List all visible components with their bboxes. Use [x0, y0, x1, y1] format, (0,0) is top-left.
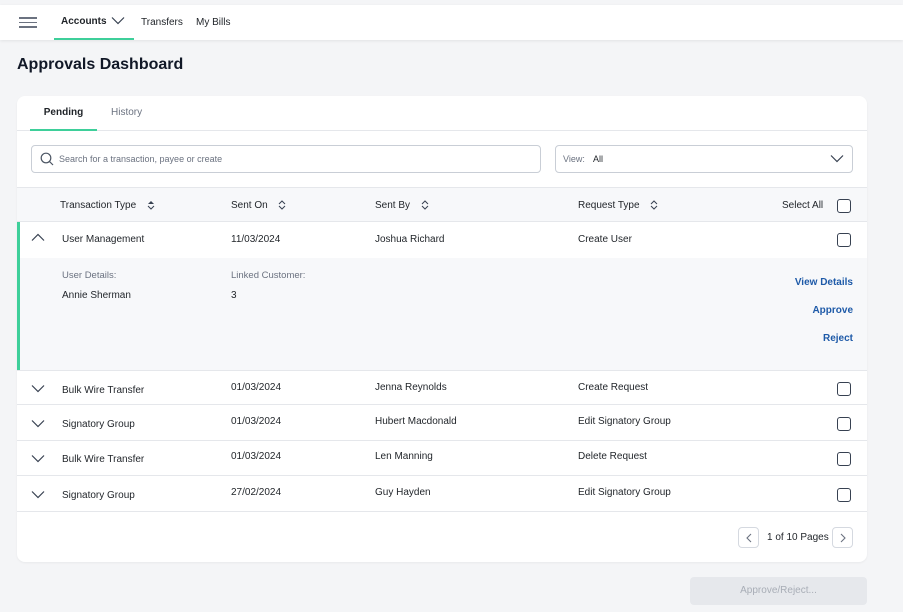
cell-request-type: Create User [578, 234, 632, 245]
sort-icon [421, 200, 429, 211]
row-checkbox[interactable] [837, 417, 851, 431]
view-details-link[interactable]: View Details [795, 277, 853, 288]
chevron-down-icon[interactable] [31, 419, 45, 428]
approve-reject-button[interactable]: Approve/Reject... [690, 577, 867, 605]
linked-customer-value: 3 [231, 290, 237, 301]
menu-icon[interactable] [19, 17, 37, 28]
user-details-value: Annie Sherman [62, 290, 131, 301]
cell-transaction-type: Bulk Wire Transfer [62, 385, 145, 396]
column-header-sent-on[interactable]: Sent On [231, 188, 286, 223]
cell-sent-on: 11/03/2024 [231, 234, 281, 245]
cell-request-type: Edit Signatory Group [578, 416, 671, 427]
user-details-label: User Details: [62, 270, 117, 281]
approvals-card: Pending History View: All Transaction Ty… [17, 96, 867, 562]
cell-sent-on: 27/02/2024 [231, 487, 282, 498]
cell-sent-by: Joshua Richard [375, 234, 445, 245]
select-all-checkbox[interactable] [837, 199, 851, 213]
column-header-request-type[interactable]: Request Type [578, 188, 658, 223]
row-detail-panel: User Details: Annie Sherman Linked Custo… [17, 258, 867, 370]
view-filter-select[interactable]: View: All [555, 145, 853, 173]
table-header: Transaction Type Sent On Sent By Request… [17, 187, 867, 222]
chevron-down-icon[interactable] [31, 384, 45, 393]
chevron-down-icon[interactable] [31, 454, 45, 463]
cell-sent-by: Jenna Reynolds [375, 382, 447, 393]
search-box [31, 145, 541, 173]
chevron-down-icon[interactable] [31, 490, 45, 499]
cell-transaction-type: Signatory Group [62, 490, 135, 501]
column-label: Request Type [578, 200, 640, 211]
expanded-row-indicator [17, 222, 20, 370]
cell-sent-by: Len Manning [375, 451, 433, 462]
table-row: User Management 11/03/2024 Joshua Richar… [17, 222, 867, 257]
cell-transaction-type: User Management [62, 234, 145, 245]
tab-pending[interactable]: Pending [30, 96, 97, 131]
view-filter-label: View: [563, 154, 585, 164]
select-all-label: Select All [782, 200, 824, 211]
page-indicator: 1 of 10 Pages [767, 532, 829, 543]
search-input[interactable] [59, 146, 529, 172]
cell-request-type: Create Request [578, 382, 649, 393]
cell-sent-by: Guy Hayden [375, 487, 431, 498]
approve-link[interactable]: Approve [812, 305, 853, 316]
cell-sent-on: 01/03/2024 [231, 416, 282, 427]
cell-transaction-type: Signatory Group [62, 419, 135, 430]
tab-history[interactable]: History [111, 96, 142, 131]
top-navigation: Accounts Transfers My Bills [0, 5, 903, 40]
sort-icon [147, 201, 155, 211]
sort-icon [650, 200, 658, 211]
column-label: Sent By [375, 200, 411, 211]
cell-sent-by: Hubert Macdonald [375, 416, 457, 427]
cell-transaction-type: Bulk Wire Transfer [62, 454, 145, 465]
cell-request-type: Edit Signatory Group [578, 487, 671, 498]
cell-sent-on: 01/03/2024 [231, 382, 282, 393]
table-row: Signatory Group 01/03/2024 Hubert Macdon… [17, 406, 867, 441]
column-label: Sent On [231, 200, 268, 211]
search-icon [40, 152, 54, 166]
nav-item-label: Accounts [61, 16, 107, 27]
table-row: Bulk Wire Transfer 01/03/2024 Len Mannin… [17, 441, 867, 476]
nav-item-accounts[interactable]: Accounts [54, 5, 134, 40]
row-checkbox[interactable] [837, 382, 851, 396]
chevron-right-icon [840, 533, 846, 543]
chevron-down-icon [111, 17, 125, 25]
chevron-up-icon[interactable] [31, 233, 45, 242]
linked-customer-label: Linked Customer: [231, 270, 306, 281]
column-header-sent-by[interactable]: Sent By [375, 188, 429, 223]
row-checkbox[interactable] [837, 488, 851, 502]
reject-link[interactable]: Reject [823, 333, 853, 344]
nav-item-transfers[interactable]: Transfers [141, 5, 183, 40]
cell-sent-on: 01/03/2024 [231, 451, 282, 462]
chevron-left-icon [746, 533, 752, 543]
nav-item-my-bills[interactable]: My Bills [196, 5, 230, 40]
pagination: 1 of 10 Pages [738, 527, 853, 548]
previous-page-button[interactable] [738, 527, 759, 548]
table-row: Bulk Wire Transfer 01/03/2024 Jenna Reyn… [17, 370, 867, 405]
sort-icon [279, 200, 286, 211]
view-filter-value: All [593, 154, 604, 164]
column-header-transaction-type[interactable]: Transaction Type [60, 188, 155, 223]
next-page-button[interactable] [832, 527, 853, 548]
table-row: Signatory Group 27/02/2024 Guy Hayden Ed… [17, 477, 867, 512]
cell-request-type: Delete Request [578, 451, 647, 462]
page-title: Approvals Dashboard [17, 56, 184, 73]
row-checkbox[interactable] [837, 233, 851, 247]
chevron-down-icon [830, 155, 844, 163]
tab-bar: Pending History [17, 96, 867, 131]
row-checkbox[interactable] [837, 452, 851, 466]
column-label: Transaction Type [60, 200, 137, 211]
